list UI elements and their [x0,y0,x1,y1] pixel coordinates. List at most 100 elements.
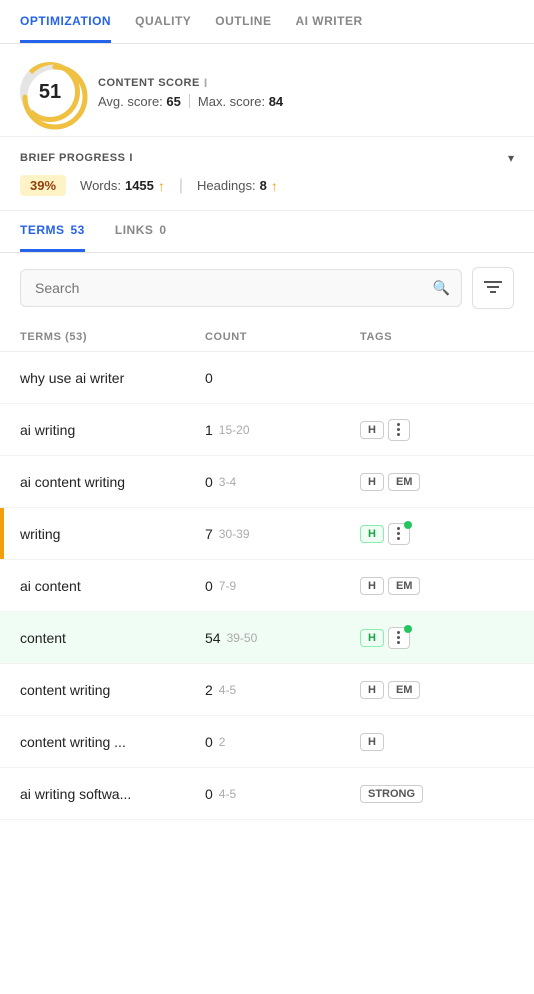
tag-em: EM [388,473,421,491]
table-body: why use ai writer 0 ai writing 1 15-20 H… [0,352,534,820]
score-ring: 51 [20,62,80,122]
tag-strong: STRONG [360,785,423,803]
score-divider [189,94,190,108]
search-input-wrap: 🔍 [20,269,462,307]
table-row: ai writing 1 15-20 H [0,404,534,456]
progress-label: BRIEF PROGRESS i [20,152,133,164]
tab-outline[interactable]: OUTLINE [215,0,271,43]
sub-tabs: TERMS 53 LINKS 0 [0,211,534,253]
progress-percentage: 39% [20,175,66,196]
score-ring-svg [20,62,90,132]
tab-terms[interactable]: TERMS 53 [20,211,85,252]
tags-cell: STRONG [360,785,514,803]
term-cell: ai content [20,578,205,594]
count-cell: 54 39-50 [205,630,360,646]
score-sub: Avg. score: 65 Max. score: 84 [98,94,283,109]
progress-stats: 39% Words: 1455 ↑ | Headings: 8 ↑ [20,175,514,196]
count-cell: 1 15-20 [205,422,360,438]
content-score-info-icon[interactable]: i [204,76,208,90]
tags-cell: H [360,733,514,751]
tab-aiwriter[interactable]: AI WRITER [295,0,362,43]
tags-cell: H [360,627,514,649]
score-label: CONTENT SCORE i [98,76,283,90]
tab-optimization[interactable]: OPTIMIZATION [20,0,111,43]
green-dot-indicator [404,625,412,633]
filter-icon [484,279,502,297]
term-cell: content writing [20,682,205,698]
table-row: content writing ... 0 2 H [0,716,534,768]
dot [397,636,400,639]
headings-stat: Headings: 8 ↑ [197,178,278,194]
table-row: ai content writing 0 3-4 H EM [0,456,534,508]
main-nav: OPTIMIZATION QUALITY OUTLINE AI WRITER [0,0,534,44]
term-cell: why use ai writer [20,370,205,386]
links-count: 0 [159,223,166,237]
progress-header: BRIEF PROGRESS i ▾ [20,151,514,165]
progress-separator: | [179,177,183,195]
max-score-value: 84 [269,94,283,109]
tags-cell: H EM [360,681,514,699]
brief-progress-section: BRIEF PROGRESS i ▾ 39% Words: 1455 ↑ | H… [0,137,534,211]
tag-em: EM [388,577,421,595]
tags-cell: H [360,523,514,545]
count-cell: 0 7-9 [205,578,360,594]
term-cell: content writing ... [20,734,205,750]
count-cell: 0 3-4 [205,474,360,490]
max-score-label: Max. score: 84 [198,94,283,109]
score-details: CONTENT SCORE i Avg. score: 65 Max. scor… [98,76,283,109]
words-up-icon: ↑ [158,178,165,194]
th-tags: TAGS [360,331,514,343]
dot [397,428,400,431]
term-cell: ai content writing [20,474,205,490]
dot [397,433,400,436]
tag-h: H [360,473,384,491]
search-bar-row: 🔍 [0,253,534,323]
tag-dots-button[interactable] [388,627,410,649]
dot [397,641,400,644]
table-row: content writing 2 4-5 H EM [0,664,534,716]
tag-h-green: H [360,525,384,543]
tab-links[interactable]: LINKS 0 [115,211,167,252]
term-cell: ai writing [20,422,205,438]
words-value: 1455 [125,178,154,193]
count-cell: 2 4-5 [205,682,360,698]
table-row: why use ai writer 0 [0,352,534,404]
table-header: TERMS (53) COUNT TAGS [0,323,534,352]
avg-score-label: Avg. score: 65 [98,94,181,109]
table-row: content 54 39-50 H [0,612,534,664]
dot [397,631,400,634]
tag-h: H [360,421,384,439]
tag-h: H [360,681,384,699]
tag-em: EM [388,681,421,699]
table-row: writing 7 30-39 H [0,508,534,560]
count-cell: 0 4-5 [205,786,360,802]
count-cell: 7 30-39 [205,526,360,542]
term-cell: ai writing softwa... [20,786,205,802]
avg-score-value: 65 [166,94,180,109]
th-terms: TERMS (53) [20,331,205,343]
headings-value: 8 [260,178,267,193]
tag-h: H [360,577,384,595]
search-input[interactable] [20,269,462,307]
dot [397,527,400,530]
tab-quality[interactable]: QUALITY [135,0,191,43]
dot [397,537,400,540]
search-icon: 🔍 [433,280,450,297]
count-cell: 0 2 [205,734,360,750]
tag-h: H [360,733,384,751]
tag-h-green: H [360,629,384,647]
brief-progress-info-icon[interactable]: i [129,152,133,164]
progress-chevron-icon[interactable]: ▾ [508,151,514,165]
tag-dots-button[interactable] [388,523,410,545]
tag-dots-button[interactable] [388,419,410,441]
count-cell: 0 [205,370,360,386]
term-cell: content [20,630,205,646]
content-score-section: 51 CONTENT SCORE i Avg. score: 65 Max. s… [0,44,534,137]
green-dot-indicator [404,521,412,529]
dot [397,423,400,426]
tags-cell: H [360,419,514,441]
dot [397,532,400,535]
tags-cell: H EM [360,577,514,595]
table-row: ai writing softwa... 0 4-5 STRONG [0,768,534,820]
filter-button[interactable] [472,267,514,309]
